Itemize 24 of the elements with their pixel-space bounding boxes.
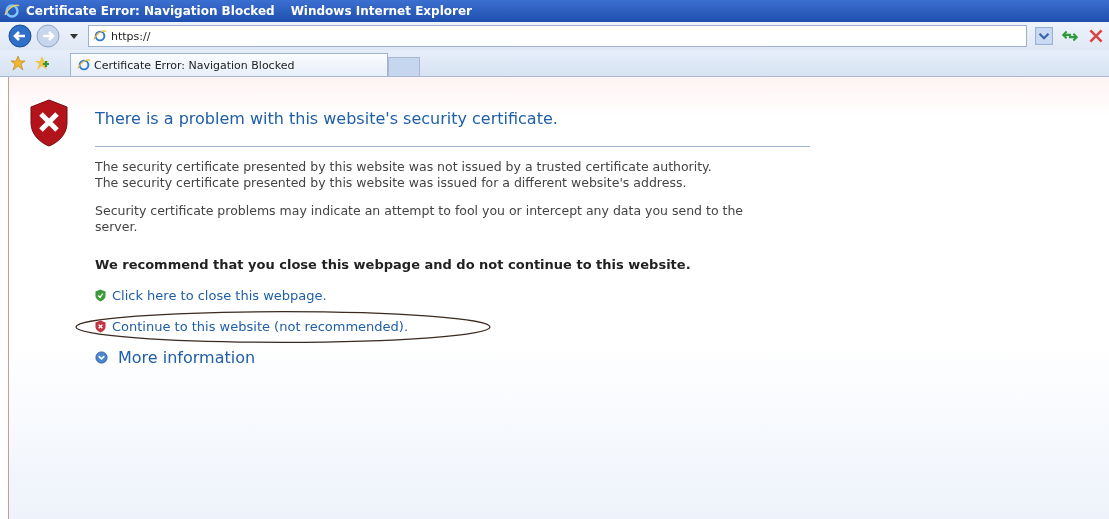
message-text: The security certificate presented by this website was issued for a different website's address. (95, 175, 688, 191)
message-text: The security certificate presented by this website was not issued by a trusted certificate authority. (95, 159, 713, 175)
app-name: Windows Internet Explorer (290, 4, 472, 18)
favorites-star-icon[interactable] (10, 55, 26, 71)
page-icon (77, 58, 91, 72)
shield-error-icon (95, 320, 106, 333)
window-title: Certificate Error: Navigation Blocked (26, 4, 275, 18)
message-text: Security certificate problems may indicate an attempt to fool you or intercept any data you send to the server. (95, 203, 745, 235)
add-favorite-icon[interactable] (34, 55, 50, 71)
dropdown-caret-icon[interactable] (70, 33, 78, 39)
browser-logo-icon (4, 3, 20, 19)
more-information-link[interactable]: More information (118, 348, 256, 367)
expand-icon (95, 351, 108, 364)
close-button[interactable] (1087, 27, 1105, 45)
shield-error-icon (29, 99, 69, 147)
error-heading: There is a problem with this website's security certificate. (95, 99, 810, 147)
page-icon (93, 29, 107, 43)
recommendation-text: We recommend that you close this webpage and do not continue to this website. (95, 257, 692, 272)
address-field[interactable]: https:// (88, 25, 1027, 47)
back-button[interactable] (8, 24, 32, 48)
page-link[interactable]: Click here to close this webpage. (112, 288, 327, 303)
shield-check-icon (95, 289, 106, 302)
browser-tab[interactable]: Certificate Error: Navigation Blocked (70, 53, 388, 76)
address-dropdown-button[interactable] (1035, 27, 1053, 45)
